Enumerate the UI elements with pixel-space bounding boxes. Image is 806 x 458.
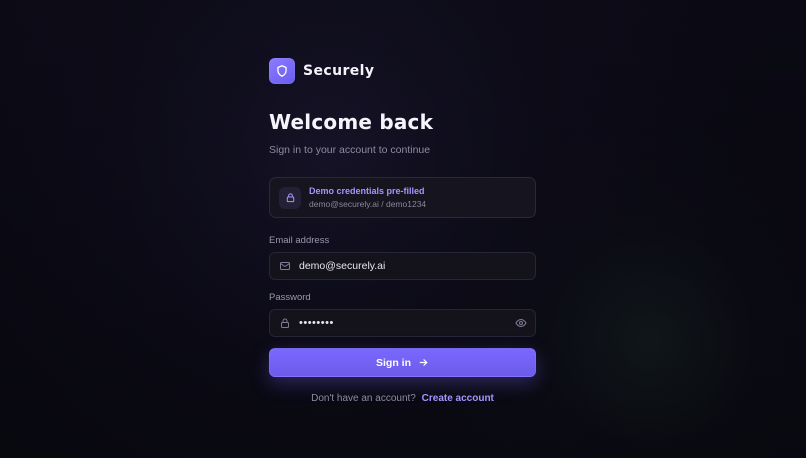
email-input[interactable]: [299, 260, 527, 272]
password-label: Password: [269, 292, 311, 303]
email-field[interactable]: [269, 252, 536, 280]
arrow-right-icon: [418, 353, 429, 372]
page-title: Welcome back: [269, 110, 434, 134]
sign-in-label: Sign in: [376, 356, 411, 369]
shield-icon: [269, 58, 295, 84]
password-input[interactable]: [299, 317, 507, 329]
password-field[interactable]: [269, 309, 536, 337]
create-account-link[interactable]: Create account: [422, 393, 494, 404]
login-panel: Securely Welcome back Sign in to your ac…: [269, 58, 536, 404]
mail-icon: [279, 257, 291, 276]
signup-prompt: Don't have an account? Create account: [269, 393, 536, 404]
page-subtitle: Sign in to your account to continue: [269, 144, 431, 156]
brand-name: Securely: [303, 63, 375, 79]
demo-credentials-notice: Demo credentials pre-filled demo@securel…: [269, 177, 536, 218]
email-label: Email address: [269, 235, 330, 246]
eye-icon[interactable]: [515, 314, 527, 333]
demo-title: Demo credentials pre-filled: [309, 186, 425, 196]
demo-text: Demo credentials pre-filled demo@securel…: [309, 186, 426, 209]
lock-icon: [279, 314, 291, 333]
lock-icon: [279, 186, 301, 209]
demo-credentials: demo@securely.ai / demo1234: [309, 199, 427, 209]
brand: Securely: [269, 58, 536, 84]
signup-text: Don't have an account?: [311, 393, 416, 404]
sign-in-button[interactable]: Sign in: [269, 348, 536, 377]
